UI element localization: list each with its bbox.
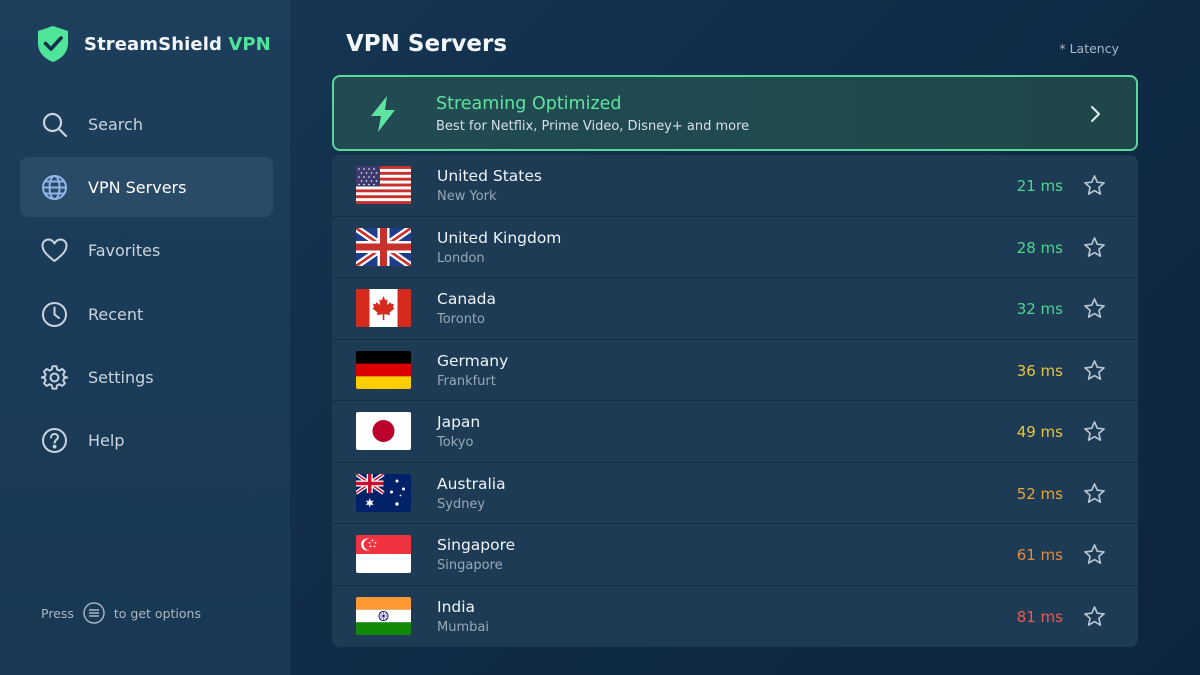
app-name: StreamShield VPN [84,34,271,55]
search-icon [42,112,68,137]
server-latency: 49 ms [1016,423,1063,441]
server-city: Frankfurt [437,373,496,389]
server-city: Tokyo [437,435,474,450]
promo-text: Streaming Optimized Best for Netflix, Pr… [436,94,749,134]
sidebar-item-favorites[interactable]: Favorites [20,221,273,281]
flag-uk-icon [356,227,411,266]
server-row-australia[interactable]: Australia Sydney 52 ms [332,463,1138,524]
flag-jp-icon [356,412,411,450]
flag-sg-icon [356,535,411,573]
sidebar: StreamShield VPN Search VPN Servers Favo… [0,0,290,675]
server-country: Germany [437,351,509,370]
sidebar-item-vpn-servers[interactable]: VPN Servers [20,157,273,218]
favorite-star-icon[interactable] [1083,605,1106,628]
server-latency: 52 ms [1016,484,1063,503]
server-latency: 36 ms [1016,361,1063,380]
latency-note: * Latency [1059,41,1119,56]
server-latency: 61 ms [1016,546,1063,564]
server-country: United Kingdom [437,228,562,247]
server-row-india[interactable]: India Mumbai 81 ms [332,586,1138,648]
server-country: Japan [437,413,481,431]
favorite-star-icon[interactable] [1083,297,1106,320]
flag-de-icon [356,350,411,389]
streaming-optimized-card[interactable]: Streaming Optimized Best for Netflix, Pr… [332,75,1138,151]
chevron-right-icon [1091,106,1100,122]
brand: StreamShield VPN [36,25,271,63]
server-list: United States New York 21 ms United King… [332,155,1138,647]
favorite-star-icon[interactable] [1083,174,1106,197]
page-title: VPN Servers [346,31,508,57]
sidebar-item-label: VPN Servers [88,177,187,197]
hint-suffix: to get options [113,605,201,621]
favorite-star-icon[interactable] [1083,359,1106,382]
server-city: Sydney [437,496,486,512]
server-country: Australia [437,474,506,493]
flag-us-icon [356,166,411,204]
server-city: London [437,250,485,266]
favorite-star-icon[interactable] [1083,543,1106,566]
server-city: Toronto [437,312,485,327]
sidebar-item-help[interactable]: Help [20,411,273,471]
sidebar-item-settings[interactable]: Settings [20,348,273,408]
promo-title: Streaming Optimized [436,94,622,114]
flag-au-icon [356,473,411,512]
flag-ca-icon [356,289,411,327]
app-name-accent: VPN [228,33,271,55]
globe-icon [42,174,67,200]
lightning-icon [371,96,395,132]
flag-in-icon [356,596,411,635]
sidebar-item-search[interactable]: Search [20,94,273,154]
app-name-main: StreamShield [84,33,222,55]
server-latency: 21 ms [1016,177,1063,195]
sidebar-item-label: Settings [88,368,154,388]
server-city: Singapore [437,558,503,573]
shield-check-icon [38,26,68,62]
promo-subtitle: Best for Netflix, Prime Video, Disney+ a… [436,119,750,134]
sidebar-item-label: Favorites [88,241,161,261]
favorite-star-icon[interactable] [1083,482,1106,505]
server-country: Canada [437,290,496,308]
options-hint: Press to get options [41,602,201,624]
server-city: New York [437,189,497,204]
sidebar-nav: Search VPN Servers Favorites Recent Sett… [20,94,273,474]
server-row-japan[interactable]: Japan Tokyo 49 ms [332,401,1138,463]
server-city: Mumbai [437,619,489,635]
favorite-star-icon[interactable] [1083,236,1106,259]
sidebar-item-label: Help [88,431,125,451]
server-row-united-kingdom[interactable]: United Kingdom London 28 ms [332,217,1138,278]
server-row-germany[interactable]: Germany Frankfurt 36 ms [332,340,1138,401]
help-icon [42,428,67,454]
sidebar-item-recent[interactable]: Recent [20,284,273,344]
sidebar-item-label: Recent [88,304,144,324]
gear-icon [41,365,68,390]
menu-button-icon [83,602,105,624]
server-row-singapore[interactable]: Singapore Singapore 61 ms [332,524,1138,586]
server-latency: 28 ms [1016,238,1063,257]
server-country: United States [437,167,542,185]
heart-icon [41,238,68,263]
sidebar-item-label: Search [88,114,143,134]
server-country: Singapore [437,536,516,554]
server-country: India [437,597,476,616]
server-row-united-states[interactable]: United States New York 21 ms [332,155,1138,217]
hint-prefix: Press [41,605,74,621]
server-row-canada[interactable]: Canada Toronto 32 ms [332,278,1138,340]
favorite-star-icon[interactable] [1083,420,1106,443]
server-latency: 81 ms [1016,607,1063,626]
clock-icon [42,301,67,327]
server-latency: 32 ms [1016,300,1063,318]
